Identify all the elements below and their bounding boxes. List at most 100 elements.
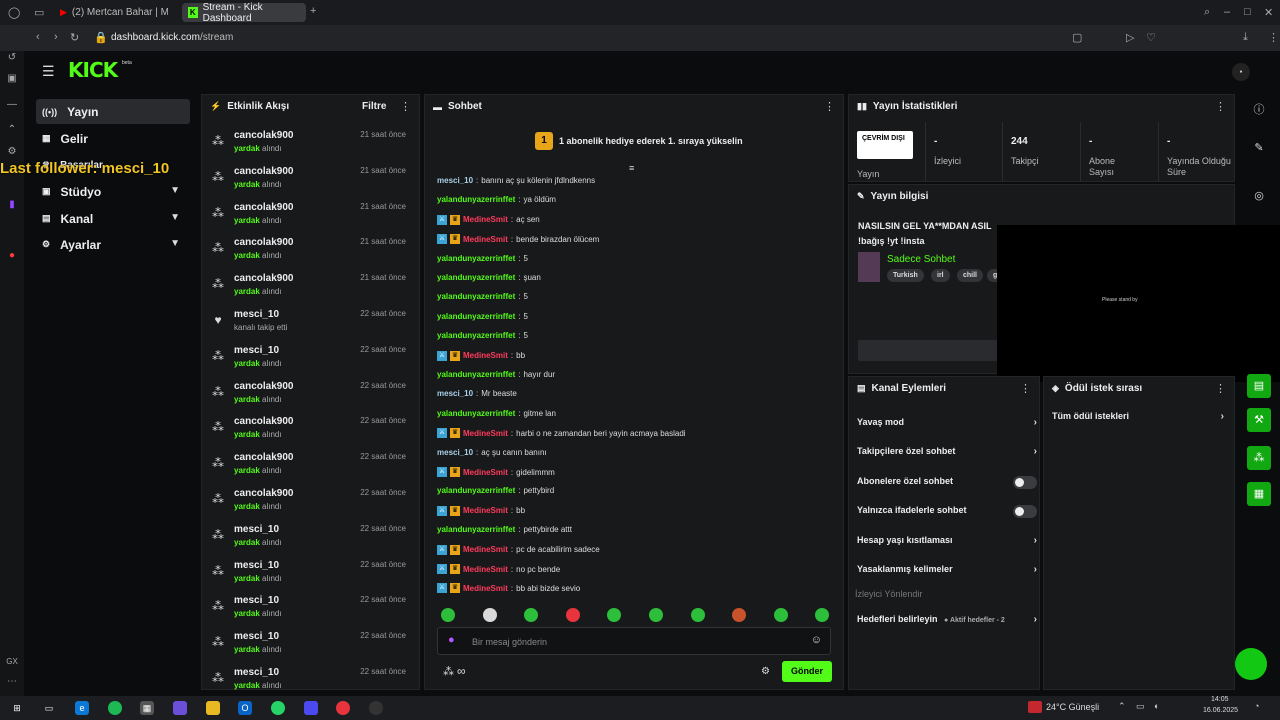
sidebar-item-gelir[interactable]: ▦ Gelir: [36, 126, 190, 151]
chat-input[interactable]: ● Bir mesaj gönderin ☺: [437, 627, 831, 655]
volume-icon[interactable]: ◐: [1154, 701, 1159, 711]
emote-icon[interactable]: [773, 608, 788, 622]
rewards-menu-icon[interactable]: ⋮: [1215, 382, 1226, 395]
twitch-icon[interactable]: ▮: [6, 199, 18, 211]
chat-message[interactable]: yalandunyazerrinffet: pettybird: [437, 486, 554, 495]
chat-username[interactable]: yalandunyazerrinffet: [437, 254, 515, 263]
chat-menu-icon[interactable]: ⋮: [824, 100, 835, 113]
chat-message[interactable]: yalandunyazerrinffet:5: [437, 331, 528, 340]
bag-icon[interactable]: ▣: [6, 73, 18, 85]
chat-username[interactable]: MedineSmit: [463, 565, 508, 574]
chat-username[interactable]: yalandunyazerrinffet: [437, 525, 515, 534]
chat-username[interactable]: MedineSmit: [463, 429, 508, 438]
tag-chip[interactable]: Turkish: [887, 269, 924, 282]
chat-message[interactable]: ⚔ ♛ MedineSmit: bende birazdan ölücem: [437, 234, 599, 245]
edit-stream-info-button[interactable]: [858, 340, 1000, 361]
chat-message[interactable]: ⚔ ♛ MedineSmit: bb abi bizde sevio: [437, 583, 580, 594]
activity-row[interactable]: ⁂ cancolak900 yardak alındı 21 saat önce: [210, 271, 406, 305]
close-icon[interactable]: ✕: [1264, 6, 1273, 19]
chat-username[interactable]: MedineSmit: [463, 468, 508, 477]
chat-username[interactable]: yalandunyazerrinffet: [437, 273, 515, 282]
chat-username[interactable]: yalandunyazerrinffet: [437, 409, 515, 418]
emote-icon[interactable]: [441, 608, 455, 622]
back-icon[interactable]: ‹: [36, 31, 40, 43]
url-field[interactable]: dashboard.kick.com/stream: [111, 32, 233, 43]
kick-logo[interactable]: KICK: [68, 58, 118, 82]
chat-message[interactable]: ⚔ ♛ MedineSmit: bb: [437, 350, 525, 361]
copilot-icon[interactable]: [173, 701, 187, 715]
chat-message[interactable]: yalandunyazerrinffet: hayır dur: [437, 370, 555, 379]
points-icon[interactable]: ⁂: [443, 665, 454, 678]
chat-username[interactable]: MedineSmit: [463, 235, 508, 244]
store-icon[interactable]: ▦: [140, 701, 154, 715]
chat-message[interactable]: mesci_10: banını aç şu kölenin jfdlndkenn…: [437, 176, 595, 185]
fab-button[interactable]: [1235, 648, 1267, 680]
dash-icon[interactable]: —: [6, 99, 18, 111]
activity-row[interactable]: ⁂ cancolak900 yardak alındı 22 saat önce: [210, 379, 406, 413]
emote-icon[interactable]: [690, 608, 705, 622]
activity-row[interactable]: ⁂ cancolak900 yardak alındı 21 saat önce: [210, 164, 406, 198]
chat-username[interactable]: yalandunyazerrinffet: [437, 331, 515, 340]
activity-row[interactable]: ⁂ mesci_10 yardak alındı 22 saat önce: [210, 665, 406, 699]
toggle-switch[interactable]: [1013, 475, 1037, 489]
chat-message[interactable]: ⚔ ♛ MedineSmit: gidelimmm: [437, 467, 555, 477]
activity-row[interactable]: ⁂ cancolak900 yardak alındı 22 saat önce: [210, 450, 406, 484]
activity-row[interactable]: ⁂ cancolak900 yardak alındı 22 saat önce: [210, 414, 406, 448]
opera-gx-icon[interactable]: [336, 701, 350, 715]
chat-username[interactable]: yalandunyazerrinffet: [437, 195, 515, 204]
youtube-icon[interactable]: ●: [6, 250, 18, 262]
activity-menu-icon[interactable]: ⋮: [400, 100, 411, 113]
settings-icon[interactable]: ⚙: [6, 146, 18, 158]
channel-action-row[interactable]: Yavaş mod ›: [857, 417, 1037, 437]
toggle-switch[interactable]: [1013, 505, 1037, 519]
activity-row[interactable]: ⁂ mesci_10 yardak alındı 22 saat önce: [210, 522, 406, 556]
activity-row[interactable]: ⁂ mesci_10 yardak alındı 22 saat önce: [210, 629, 406, 663]
emote-icon[interactable]: [815, 608, 830, 622]
chat-message[interactable]: yalandunyazerrinffet: gitme lan: [437, 409, 556, 418]
menu-icon[interactable]: ⋮: [1268, 31, 1279, 44]
activity-row[interactable]: ⁂ cancolak900 yardak alındı 21 saat önce: [210, 200, 406, 234]
emote-icon[interactable]: [565, 608, 580, 622]
all-rewards-row[interactable]: Tüm ödül istekleri ›: [1052, 411, 1224, 431]
chat-username[interactable]: mesci_10: [437, 389, 473, 398]
reload-icon[interactable]: ↻: [70, 31, 79, 44]
tag-chip[interactable]: chill: [957, 269, 984, 282]
scroll-down-icon[interactable]: ≡: [629, 163, 634, 173]
chat-username[interactable]: mesci_10: [437, 176, 473, 185]
activity-row[interactable]: ⁂ mesci_10 yardak alındı 22 saat önce: [210, 593, 406, 627]
chat-message[interactable]: mesci_10: aç şu canın banını: [437, 448, 547, 457]
sidebar-item-studyo[interactable]: ▣ Stüdyo ▼: [36, 179, 190, 204]
chat-message[interactable]: yalandunyazerrinffet: şuan: [437, 273, 541, 282]
task-view-icon[interactable]: ▭: [42, 701, 56, 715]
channel-action-row[interactable]: Abonelere özel sohbet: [857, 475, 1037, 496]
outlook-icon[interactable]: O: [238, 701, 252, 715]
gx-icon[interactable]: GX: [6, 656, 18, 668]
chat-username[interactable]: yalandunyazerrinffet: [437, 486, 515, 495]
channel-action-row[interactable]: Yalnızca ifadelerle sohbet: [857, 505, 1037, 525]
tool-wrench-icon[interactable]: ⚒: [1247, 408, 1271, 432]
send-button[interactable]: Gönder: [782, 661, 832, 682]
chat-username[interactable]: MedineSmit: [463, 506, 508, 515]
channel-action-row[interactable]: Yasaklanmış kelimeler ›: [857, 564, 1037, 584]
windows-start-icon[interactable]: ⊞: [10, 701, 24, 715]
chat-message[interactable]: ⚔ ♛ MedineSmit: harbi o ne zamandan beri ya…: [437, 428, 686, 439]
obs-icon[interactable]: [369, 701, 383, 715]
category-name[interactable]: Sadece Sohbet: [887, 254, 955, 265]
more-icon[interactable]: ⋯: [6, 676, 18, 688]
avatar[interactable]: ●: [1232, 63, 1250, 81]
activity-row[interactable]: ⁂ cancolak900 yardak alındı 21 saat önce: [210, 235, 406, 269]
chat-username[interactable]: yalandunyazerrinffet: [437, 370, 515, 379]
forward-icon[interactable]: ›: [54, 31, 58, 43]
tool-share-icon[interactable]: ⁂: [1247, 446, 1271, 470]
download-icon[interactable]: ⤓: [1243, 31, 1248, 44]
channel-action-row[interactable]: Takipçilere özel sohbet ›: [857, 446, 1037, 466]
chat-message[interactable]: ⚔ ♛ MedineSmit: bb: [437, 505, 525, 516]
emote-icon[interactable]: [524, 608, 539, 622]
extension-icon[interactable]: ▢: [1072, 31, 1082, 44]
chat-message[interactable]: yalandunyazerrinffet:5: [437, 292, 528, 301]
network-icon[interactable]: ▭: [1136, 701, 1145, 712]
activity-row[interactable]: ⁂ cancolak900 yardak alındı 21 saat önce: [210, 128, 406, 162]
hamburger-icon[interactable]: ☰: [42, 63, 55, 80]
weather-text[interactable]: 24°C Güneşli: [1046, 702, 1099, 712]
chat-username[interactable]: MedineSmit: [463, 351, 508, 360]
